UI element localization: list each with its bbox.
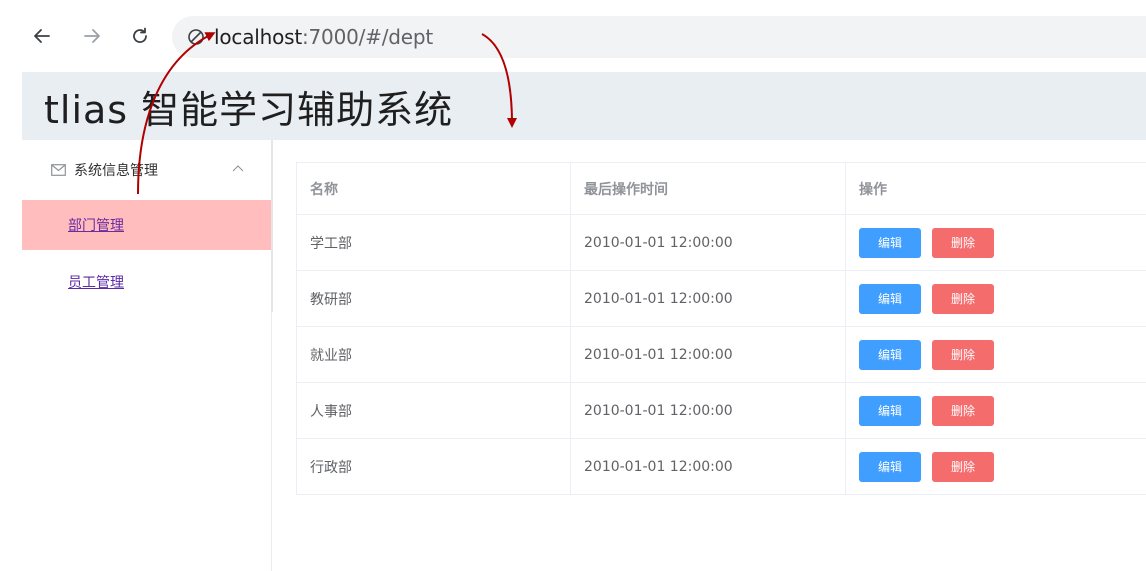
update-time-cell: 2010-01-01 12:00:00 [571, 215, 846, 270]
table-row: 行政部 2010-01-01 12:00:00 编辑 删除 [297, 439, 1146, 495]
mail-icon [50, 162, 66, 178]
dept-name-cell: 行政部 [297, 439, 571, 494]
sidebar-divider [271, 140, 273, 312]
edit-button[interactable]: 编辑 [859, 283, 921, 314]
update-time-cell: 2010-01-01 12:00:00 [571, 271, 846, 326]
column-header-name: 名称 [297, 163, 571, 214]
arrow-left-icon [34, 29, 50, 43]
url-host: localhost [214, 25, 302, 49]
address-bar[interactable]: localhost:7000/#/dept [172, 16, 1146, 58]
dept-name-cell: 就业部 [297, 327, 571, 382]
delete-button[interactable]: 删除 [932, 339, 994, 370]
dept-link[interactable]: 部门管理 [68, 215, 124, 235]
ops-cell: 编辑 删除 [846, 383, 1146, 438]
edit-button[interactable]: 编辑 [859, 339, 921, 370]
ops-cell: 编辑 删除 [846, 215, 1146, 270]
delete-button[interactable]: 删除 [932, 395, 994, 426]
edit-button[interactable]: 编辑 [859, 395, 921, 426]
update-time-cell: 2010-01-01 12:00:00 [571, 439, 846, 494]
table-row: 学工部 2010-01-01 12:00:00 编辑 删除 [297, 215, 1146, 271]
forward-button[interactable] [78, 20, 106, 52]
column-header-time: 最后操作时间 [571, 163, 846, 214]
chevron-up-icon [232, 162, 244, 174]
url-path: :7000/#/dept [301, 25, 433, 49]
back-button[interactable] [28, 20, 56, 52]
dept-name-cell: 学工部 [297, 215, 571, 270]
dept-table: 名称 最后操作时间 操作 学工部 2010-01-01 12:00:00 编辑 … [296, 162, 1146, 495]
table-row: 人事部 2010-01-01 12:00:00 编辑 删除 [297, 383, 1146, 439]
table-row: 就业部 2010-01-01 12:00:00 编辑 删除 [297, 327, 1146, 383]
reload-icon [133, 27, 147, 43]
arrow-right-icon [84, 29, 100, 43]
delete-button[interactable]: 删除 [932, 227, 994, 258]
table-header-row: 名称 最后操作时间 操作 [297, 163, 1146, 215]
app-header: tlias 智能学习辅助系统 [22, 72, 1146, 140]
submenu-label: 系统信息管理 [74, 163, 158, 179]
table-row: 教研部 2010-01-01 12:00:00 编辑 删除 [297, 271, 1146, 327]
ops-cell: 编辑 删除 [846, 439, 1146, 494]
edit-button[interactable]: 编辑 [859, 227, 921, 258]
submenu-system-info[interactable]: 系统信息管理 [22, 140, 272, 200]
update-time-cell: 2010-01-01 12:00:00 [571, 383, 846, 438]
dept-name-cell: 人事部 [297, 383, 571, 438]
emp-link[interactable]: 员工管理 [68, 272, 124, 292]
sidebar-menu: 系统信息管理 部门管理 员工管理 [22, 140, 273, 571]
sidebar-divider-lower [271, 312, 272, 571]
sidebar-item-emp[interactable]: 员工管理 [22, 257, 271, 307]
reload-button[interactable] [126, 20, 154, 52]
dept-name-cell: 教研部 [297, 271, 571, 326]
url-text[interactable]: localhost:7000/#/dept [214, 25, 433, 49]
delete-button[interactable]: 删除 [932, 451, 994, 482]
ops-cell: 编辑 删除 [846, 271, 1146, 326]
sidebar-item-dept[interactable]: 部门管理 [22, 200, 271, 250]
delete-button[interactable]: 删除 [932, 283, 994, 314]
edit-button[interactable]: 编辑 [859, 451, 921, 482]
ops-cell: 编辑 删除 [846, 327, 1146, 382]
browser-toolbar: localhost:7000/#/dept [0, 0, 1146, 72]
page-title: tlias 智能学习辅助系统 [44, 87, 454, 132]
update-time-cell: 2010-01-01 12:00:00 [571, 327, 846, 382]
site-info-icon[interactable] [186, 27, 206, 47]
column-header-ops: 操作 [859, 181, 887, 198]
